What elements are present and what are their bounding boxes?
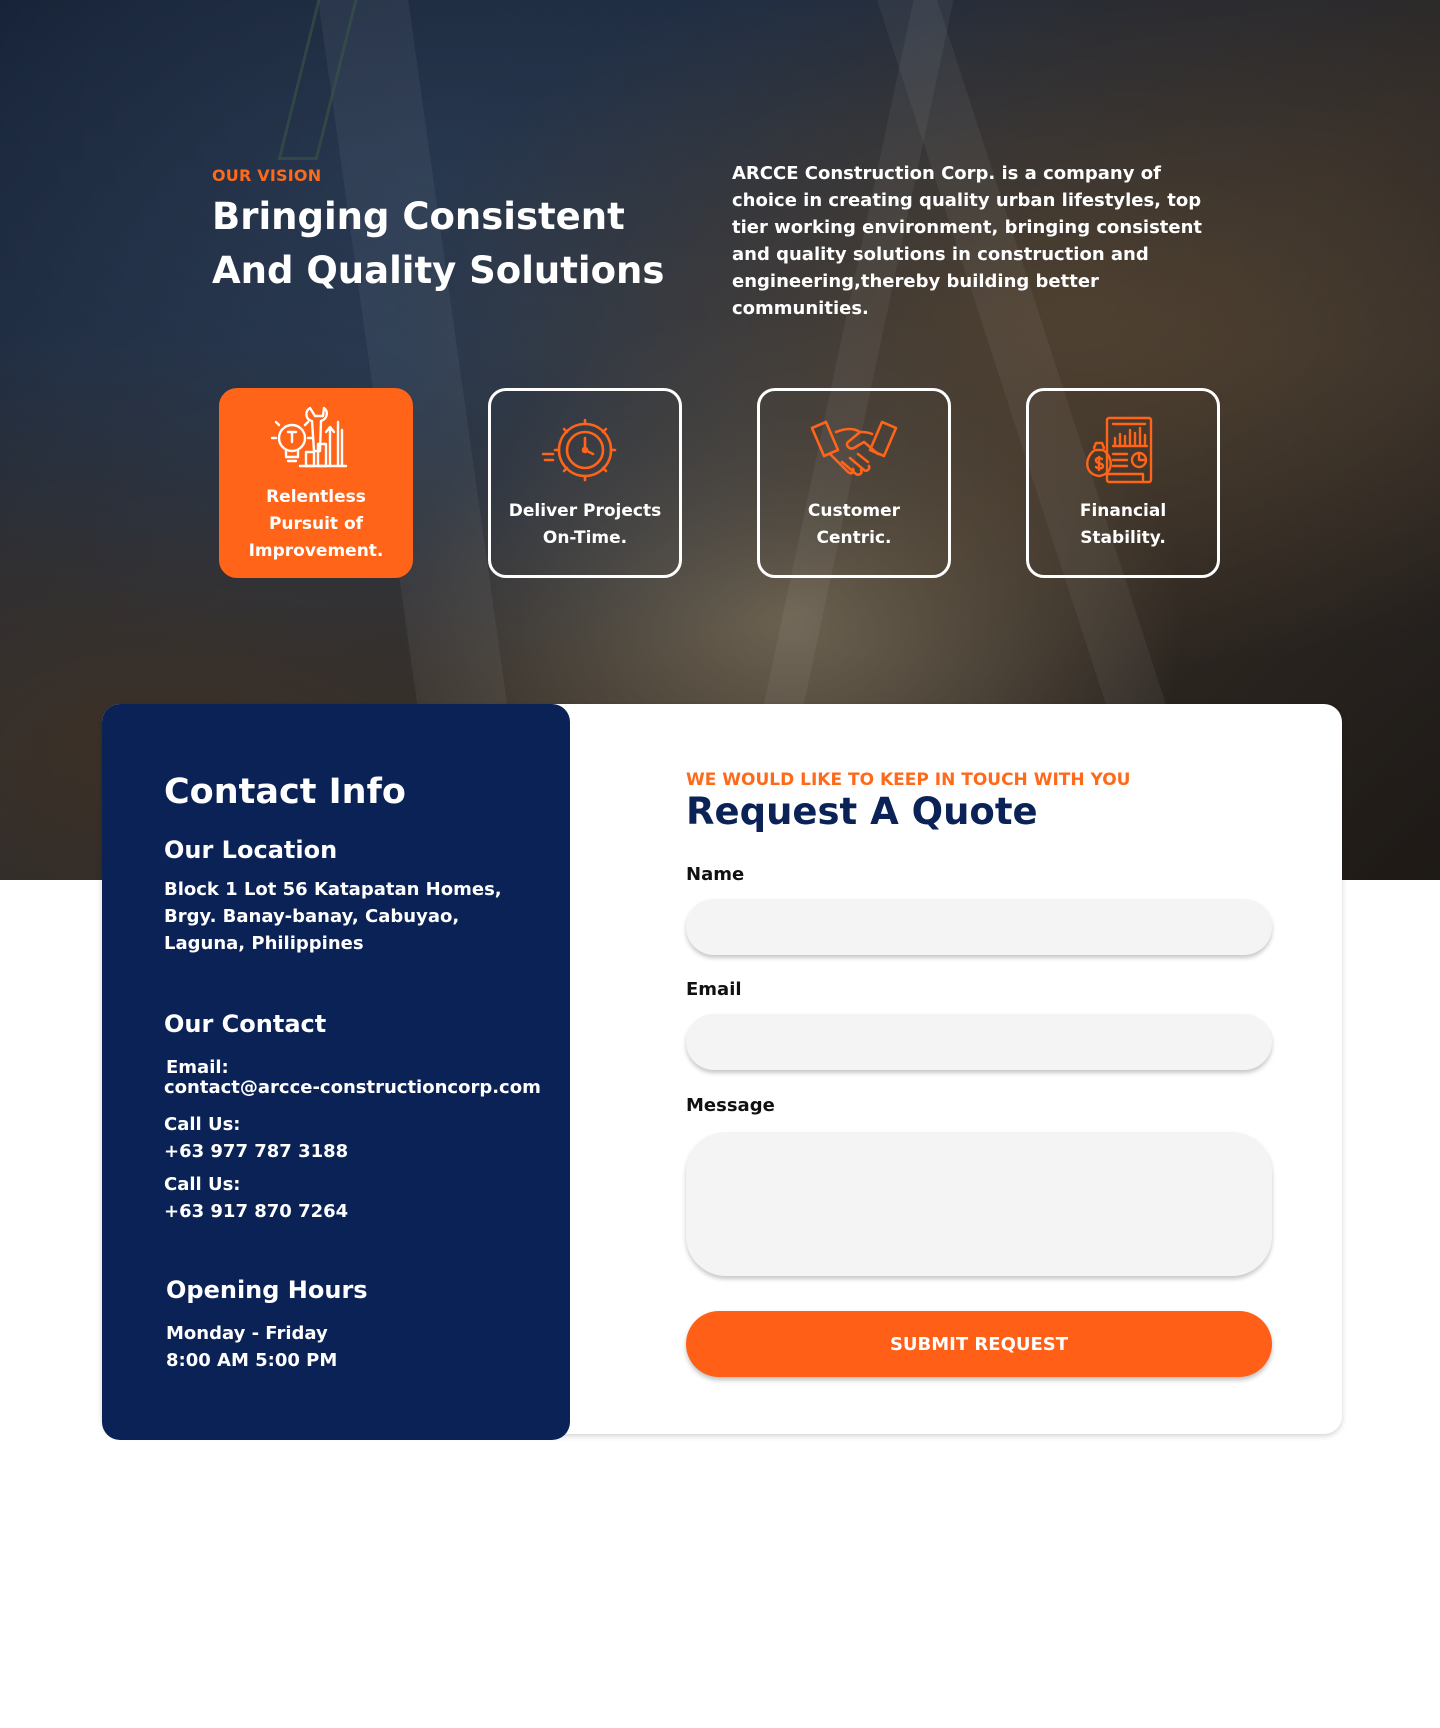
email-link[interactable]: contact@arcce-constructioncorp.com: [164, 1074, 541, 1101]
improvement-icon: [270, 406, 348, 467]
value-card-improvement: Relentless Pursuit of Improvement.: [219, 388, 413, 578]
hours-time: 8:00 AM 5:00 PM: [166, 1350, 338, 1371]
email-field-label: Email: [686, 979, 742, 1000]
location-line: Brgy. Banay-banay, Cabuyao,: [164, 906, 460, 927]
value-card-on-time: Deliver Projects On-Time.: [488, 388, 682, 578]
phone-link[interactable]: +63 977 787 3188: [164, 1138, 348, 1165]
clock-gear-icon: [541, 418, 617, 482]
value-label: Customer Centric.: [807, 501, 901, 548]
phone-label: Call Us:: [164, 1174, 241, 1195]
form-title: Request A Quote: [686, 790, 1038, 833]
phone-label: Call Us:: [164, 1114, 241, 1135]
hours-heading: Opening Hours: [166, 1276, 368, 1304]
vision-eyebrow: OUR VISION: [212, 166, 322, 185]
form-eyebrow: WE WOULD LIKE TO KEEP IN TOUCH WITH YOU: [686, 770, 1131, 790]
vision-title: Bringing Consistent And Quality Solution…: [212, 195, 665, 292]
finance-report-icon: [1086, 416, 1153, 484]
value-label: Deliver Projects On-Time.: [508, 501, 662, 548]
contact-heading: Our Contact: [164, 1010, 327, 1038]
hours-days: Monday - Friday: [166, 1323, 328, 1344]
handshake-icon: [810, 420, 898, 476]
value-label: Financial Stability.: [1079, 501, 1167, 548]
contact-info-panel: Contact Info Our Location Block 1 Lot 56…: [102, 704, 570, 1440]
message-label: Message: [686, 1095, 775, 1116]
vision-description: ARCCE Construction Corp. is a company of…: [732, 163, 1203, 319]
email-input[interactable]: [686, 1014, 1272, 1070]
value-card-customer-centric: Customer Centric.: [757, 388, 951, 578]
phone-link[interactable]: +63 917 870 7264: [164, 1198, 348, 1225]
contact-info-title: Contact Info: [164, 772, 406, 812]
submit-request-button[interactable]: SUBMIT REQUEST: [686, 1311, 1272, 1377]
value-label: Relentless Pursuit of Improvement.: [248, 486, 384, 561]
location-heading: Our Location: [164, 836, 338, 864]
location-line: Laguna, Philippines: [164, 933, 364, 954]
name-label: Name: [686, 864, 745, 885]
name-input[interactable]: [686, 899, 1272, 955]
value-card-financial: Financial Stability.: [1026, 388, 1220, 578]
location-line: Block 1 Lot 56 Katapatan Homes,: [164, 879, 502, 900]
message-textarea[interactable]: [686, 1132, 1272, 1276]
